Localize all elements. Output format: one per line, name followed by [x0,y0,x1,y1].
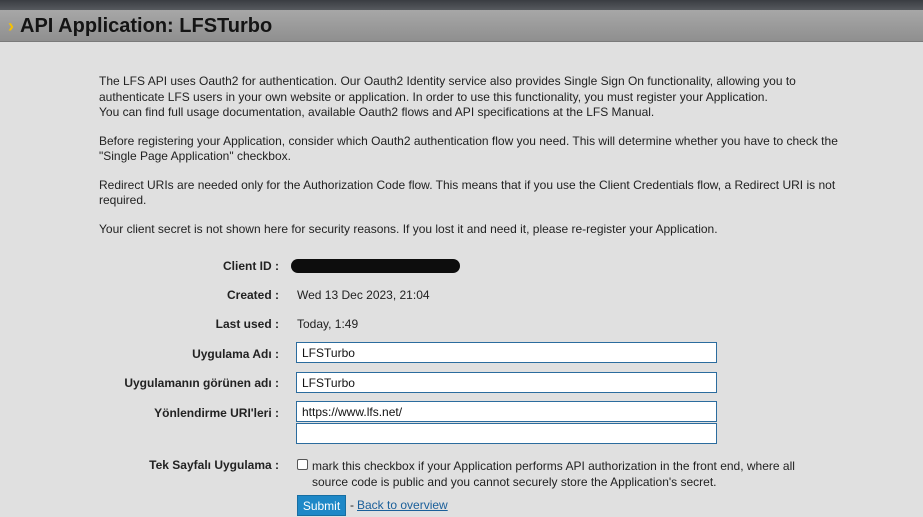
back-to-overview-link[interactable]: Back to overview [357,498,448,512]
intro-paragraph-3: Redirect URIs are needed only for the Au… [99,177,836,208]
intro-paragraph-2: Before registering your Application, con… [99,133,838,164]
last-used-value: Today, 1:49 [297,317,359,331]
app-name-label: Uygulama Adı : [192,347,279,361]
separator: - [350,498,354,512]
chevron-right-icon: › [8,16,14,36]
created-label: Created : [226,288,279,302]
intro-paragraph-4: Your client secret is not shown here for… [99,221,718,236]
app-name-input[interactable] [296,342,717,363]
intro-line: authenticate LFS users in your own websi… [99,89,768,104]
single-page-app-label: Tek Sayfalı Uygulama : [149,458,279,472]
display-name-input[interactable] [296,372,717,393]
display-name-label: Uygulamanın görünen adı : [124,376,279,390]
intro-paragraph-1: The LFS API uses Oauth2 for authenticati… [99,74,839,121]
redirect-uri-input-1[interactable] [296,401,717,422]
single-page-app-checkbox[interactable] [297,459,308,470]
redirect-uri-input-2[interactable] [296,423,717,444]
redirect-uris-label: Yönlendirme URI'leri : [154,406,279,420]
intro-text: The LFS API uses Oauth2 for authenticati… [99,74,839,250]
intro-line: The LFS API uses Oauth2 for authenticati… [99,74,796,88]
last-used-label: Last used : [215,317,279,331]
title-bar: › API Application: LFSTurbo [0,10,923,42]
top-strip [0,0,923,10]
submit-button[interactable]: Submit [297,495,346,516]
client-id-redacted-value [291,259,460,273]
page-title: API Application: LFSTurbo [20,15,273,37]
intro-line: You can find full usage documentation, a… [99,105,655,119]
single-page-app-description: mark this checkbox if your Application p… [312,459,795,489]
client-id-label: Client ID : [223,259,279,273]
created-value: Wed 13 Dec 2023, 21:04 [297,288,430,302]
